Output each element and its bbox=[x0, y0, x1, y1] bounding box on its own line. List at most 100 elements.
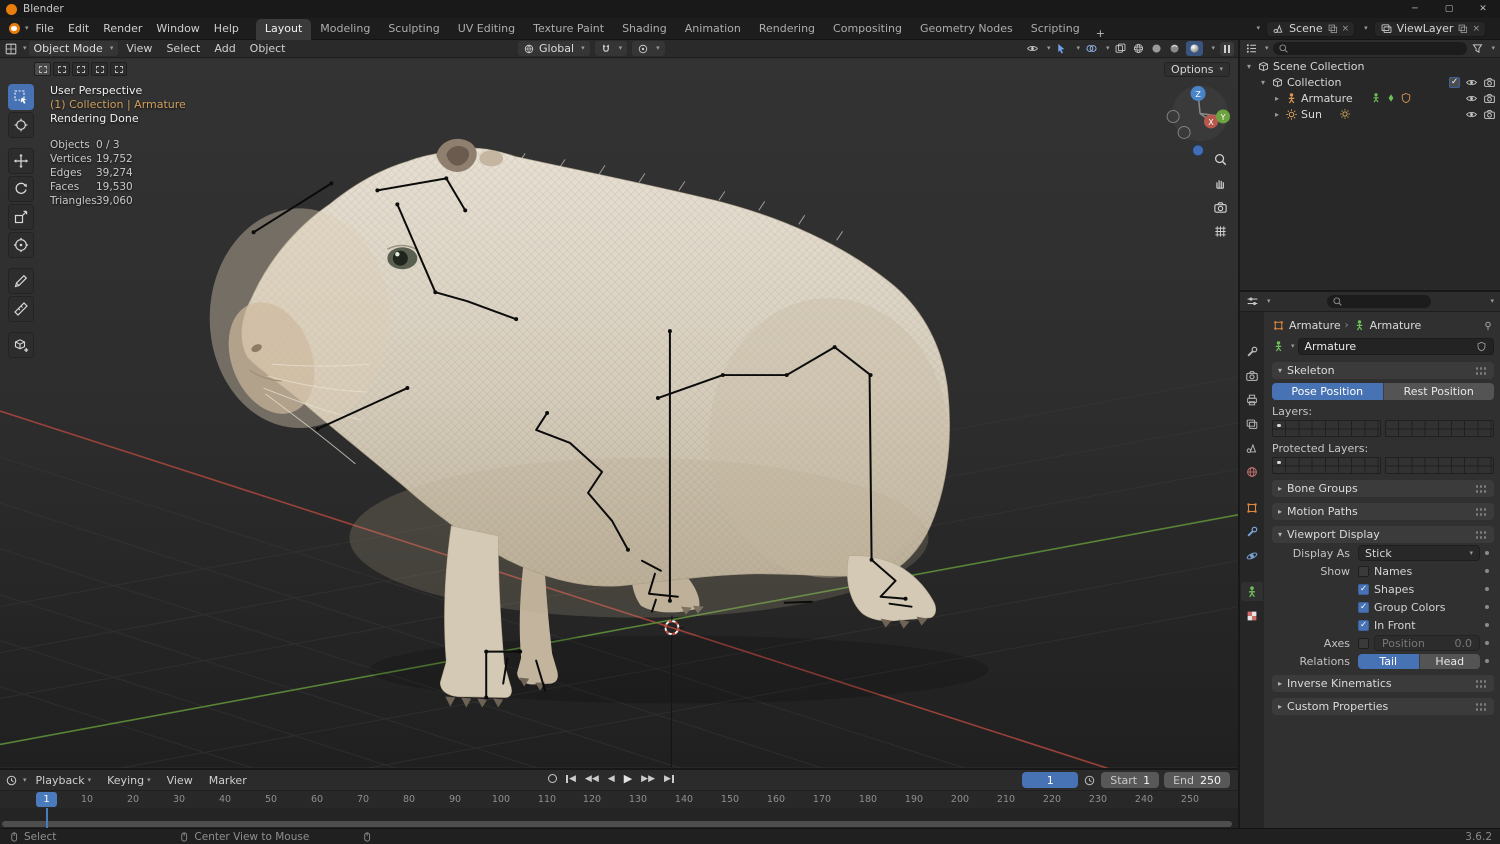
outliner-row-armature[interactable]: ▸ Armature bbox=[1240, 90, 1500, 106]
tab-scripting[interactable]: Scripting bbox=[1022, 19, 1089, 40]
hide-eye-icon[interactable] bbox=[1465, 76, 1478, 89]
tab-tool[interactable] bbox=[1241, 342, 1263, 361]
panel-grip-icon[interactable] bbox=[1475, 701, 1488, 712]
panel-header-viewport-display[interactable]: ▾ Viewport Display bbox=[1272, 526, 1494, 543]
gizmo-orbit-dot[interactable] bbox=[1192, 144, 1205, 157]
datablock-name-field[interactable]: Armature bbox=[1297, 338, 1494, 355]
pause-render-button[interactable] bbox=[1220, 41, 1234, 56]
zoom-icon[interactable] bbox=[1213, 152, 1228, 167]
outliner-row-collection[interactable]: ▾ Collection ✓ bbox=[1240, 74, 1500, 90]
timeline-ruler[interactable]: 1 10 20 30 40 50 60 70 80 90 100 110 120… bbox=[0, 790, 1238, 808]
properties-editor-caret-icon[interactable]: ▾ bbox=[1267, 298, 1271, 305]
render-visibility-icon[interactable] bbox=[1483, 108, 1496, 121]
tab-texture-paint[interactable]: Texture Paint bbox=[524, 19, 613, 40]
menu-render[interactable]: Render bbox=[96, 18, 149, 40]
display-as-dropdown[interactable]: Stick ▾ bbox=[1358, 545, 1480, 561]
panel-header-motion-paths[interactable]: ▸ Motion Pa​ths bbox=[1272, 503, 1494, 520]
jump-to-start-button[interactable]: ◀ bbox=[566, 774, 576, 784]
menu-view[interactable]: View bbox=[120, 42, 158, 55]
properties-options-caret-icon[interactable]: ▾ bbox=[1490, 298, 1494, 305]
animate-decorator[interactable] bbox=[1480, 587, 1494, 591]
camera-view-icon[interactable] bbox=[1213, 200, 1228, 215]
relations-tail-button[interactable]: Tail bbox=[1358, 653, 1419, 669]
tab-animation[interactable]: Animation bbox=[676, 19, 750, 40]
new-scene-icon[interactable] bbox=[1327, 23, 1338, 34]
panel-grip-icon[interactable] bbox=[1475, 678, 1488, 689]
menu-playback[interactable]: Playback ▾ bbox=[29, 769, 99, 791]
protected-grid-a[interactable] bbox=[1272, 457, 1381, 474]
menu-window[interactable]: Window bbox=[149, 18, 206, 40]
viewlayer-selector[interactable]: ViewLayer × bbox=[1373, 20, 1486, 37]
add-workspace-button[interactable]: + bbox=[1089, 27, 1112, 40]
render-visibility-icon[interactable] bbox=[1483, 92, 1496, 105]
animate-decorator[interactable] bbox=[1480, 659, 1494, 663]
playhead[interactable]: 1 bbox=[36, 792, 57, 807]
prev-keyframe-button[interactable]: ◀◀ bbox=[585, 774, 599, 784]
unlink-scene-icon[interactable]: × bbox=[1342, 24, 1350, 34]
animate-decorator[interactable] bbox=[1480, 641, 1494, 645]
tool-rotate[interactable] bbox=[8, 176, 34, 202]
tab-rendering[interactable]: Rendering bbox=[750, 19, 824, 40]
animate-decorator[interactable] bbox=[1480, 551, 1494, 555]
hide-eye-icon[interactable] bbox=[1465, 108, 1478, 121]
orientation-dropdown[interactable]: Global ▾ bbox=[518, 41, 590, 56]
scene-selector[interactable]: Scene × bbox=[1266, 20, 1356, 37]
animate-decorator[interactable] bbox=[1480, 605, 1494, 609]
viewport-canvas[interactable]: Z X Y User Perspective (1) Collection | … bbox=[0, 58, 1238, 768]
outliner-row-scene-collection[interactable]: ▾ Scene Collection bbox=[1240, 58, 1500, 74]
tab-geometry-nodes[interactable]: Geometry Nodes bbox=[911, 19, 1022, 40]
select-mode-circle[interactable] bbox=[72, 62, 89, 76]
axes-checkbox[interactable] bbox=[1358, 637, 1369, 649]
tool-measure[interactable] bbox=[8, 296, 34, 322]
filter-icon[interactable] bbox=[1471, 42, 1484, 55]
next-keyframe-button[interactable]: ▶▶ bbox=[641, 774, 655, 784]
panel-header-bone-groups[interactable]: ▸ Bone Groups bbox=[1272, 480, 1494, 497]
panel-header-inverse-kinematics[interactable]: ▸ Inverse Kinematics bbox=[1272, 675, 1494, 692]
gizmo-neg-x-ball[interactable] bbox=[1166, 109, 1180, 123]
scene-browse-caret-icon[interactable]: ▾ bbox=[1257, 25, 1261, 32]
new-viewlayer-icon[interactable] bbox=[1457, 23, 1468, 34]
end-frame-field[interactable]: End 250 bbox=[1164, 772, 1230, 788]
mode-dropdown[interactable]: Object Mode ▾ bbox=[28, 41, 119, 56]
tool-cursor[interactable] bbox=[8, 112, 34, 138]
jump-to-end-button[interactable]: ▶ bbox=[664, 774, 674, 784]
tool-transform[interactable] bbox=[8, 232, 34, 258]
tab-world[interactable] bbox=[1241, 462, 1263, 481]
tab-physics[interactable] bbox=[1241, 546, 1263, 565]
menu-edit[interactable]: Edit bbox=[61, 18, 96, 40]
in-front-checkbox[interactable]: ✓ bbox=[1358, 619, 1369, 631]
panel-grip-icon[interactable] bbox=[1475, 365, 1488, 376]
panel-header-custom-properties[interactable]: ▸ Custom Properties bbox=[1272, 698, 1494, 715]
expand-icon[interactable]: ▾ bbox=[1258, 78, 1268, 87]
animate-decorator[interactable] bbox=[1480, 569, 1494, 573]
menu-file[interactable]: File bbox=[29, 18, 61, 40]
remove-viewlayer-icon[interactable]: × bbox=[1472, 24, 1480, 34]
tab-view-layer[interactable] bbox=[1241, 414, 1263, 433]
menu-view-timeline[interactable]: View bbox=[160, 769, 200, 791]
outliner-editor-caret-icon[interactable]: ▾ bbox=[1265, 45, 1269, 52]
tab-object-data[interactable] bbox=[1241, 582, 1263, 601]
pan-hand-icon[interactable] bbox=[1213, 176, 1228, 191]
toggle-perspective-icon[interactable] bbox=[1213, 224, 1228, 239]
gizmos-caret-icon[interactable]: ▾ bbox=[1076, 45, 1080, 52]
tab-texture[interactable] bbox=[1241, 606, 1263, 625]
tab-compositing[interactable]: Compositing bbox=[824, 19, 911, 40]
blender-menu-icon[interactable] bbox=[6, 22, 22, 36]
menu-marker[interactable]: Marker bbox=[202, 769, 254, 791]
expand-icon[interactable]: ▸ bbox=[1272, 110, 1282, 119]
collection-checkbox[interactable]: ✓ bbox=[1449, 76, 1460, 88]
animate-decorator[interactable] bbox=[1480, 623, 1494, 627]
editor-type-caret-icon[interactable]: ▾ bbox=[23, 45, 27, 52]
panel-grip-icon[interactable] bbox=[1475, 506, 1488, 517]
timeline-editor-type-icon[interactable] bbox=[5, 774, 18, 787]
tab-render[interactable] bbox=[1241, 366, 1263, 385]
pin-icon[interactable] bbox=[1482, 320, 1494, 332]
tab-layout[interactable]: Layout bbox=[255, 18, 312, 40]
auto-keying-record-icon[interactable] bbox=[548, 774, 557, 783]
visibility-caret-icon[interactable]: ▾ bbox=[1047, 45, 1051, 52]
outliner-editor-type-icon[interactable] bbox=[1245, 42, 1258, 55]
shading-material-icon[interactable] bbox=[1168, 42, 1181, 55]
axes-position-slider[interactable]: Position 0.0 bbox=[1374, 635, 1480, 651]
shading-rendered-active[interactable] bbox=[1186, 41, 1204, 56]
outliner-options-caret-icon[interactable]: ▾ bbox=[1491, 45, 1495, 52]
